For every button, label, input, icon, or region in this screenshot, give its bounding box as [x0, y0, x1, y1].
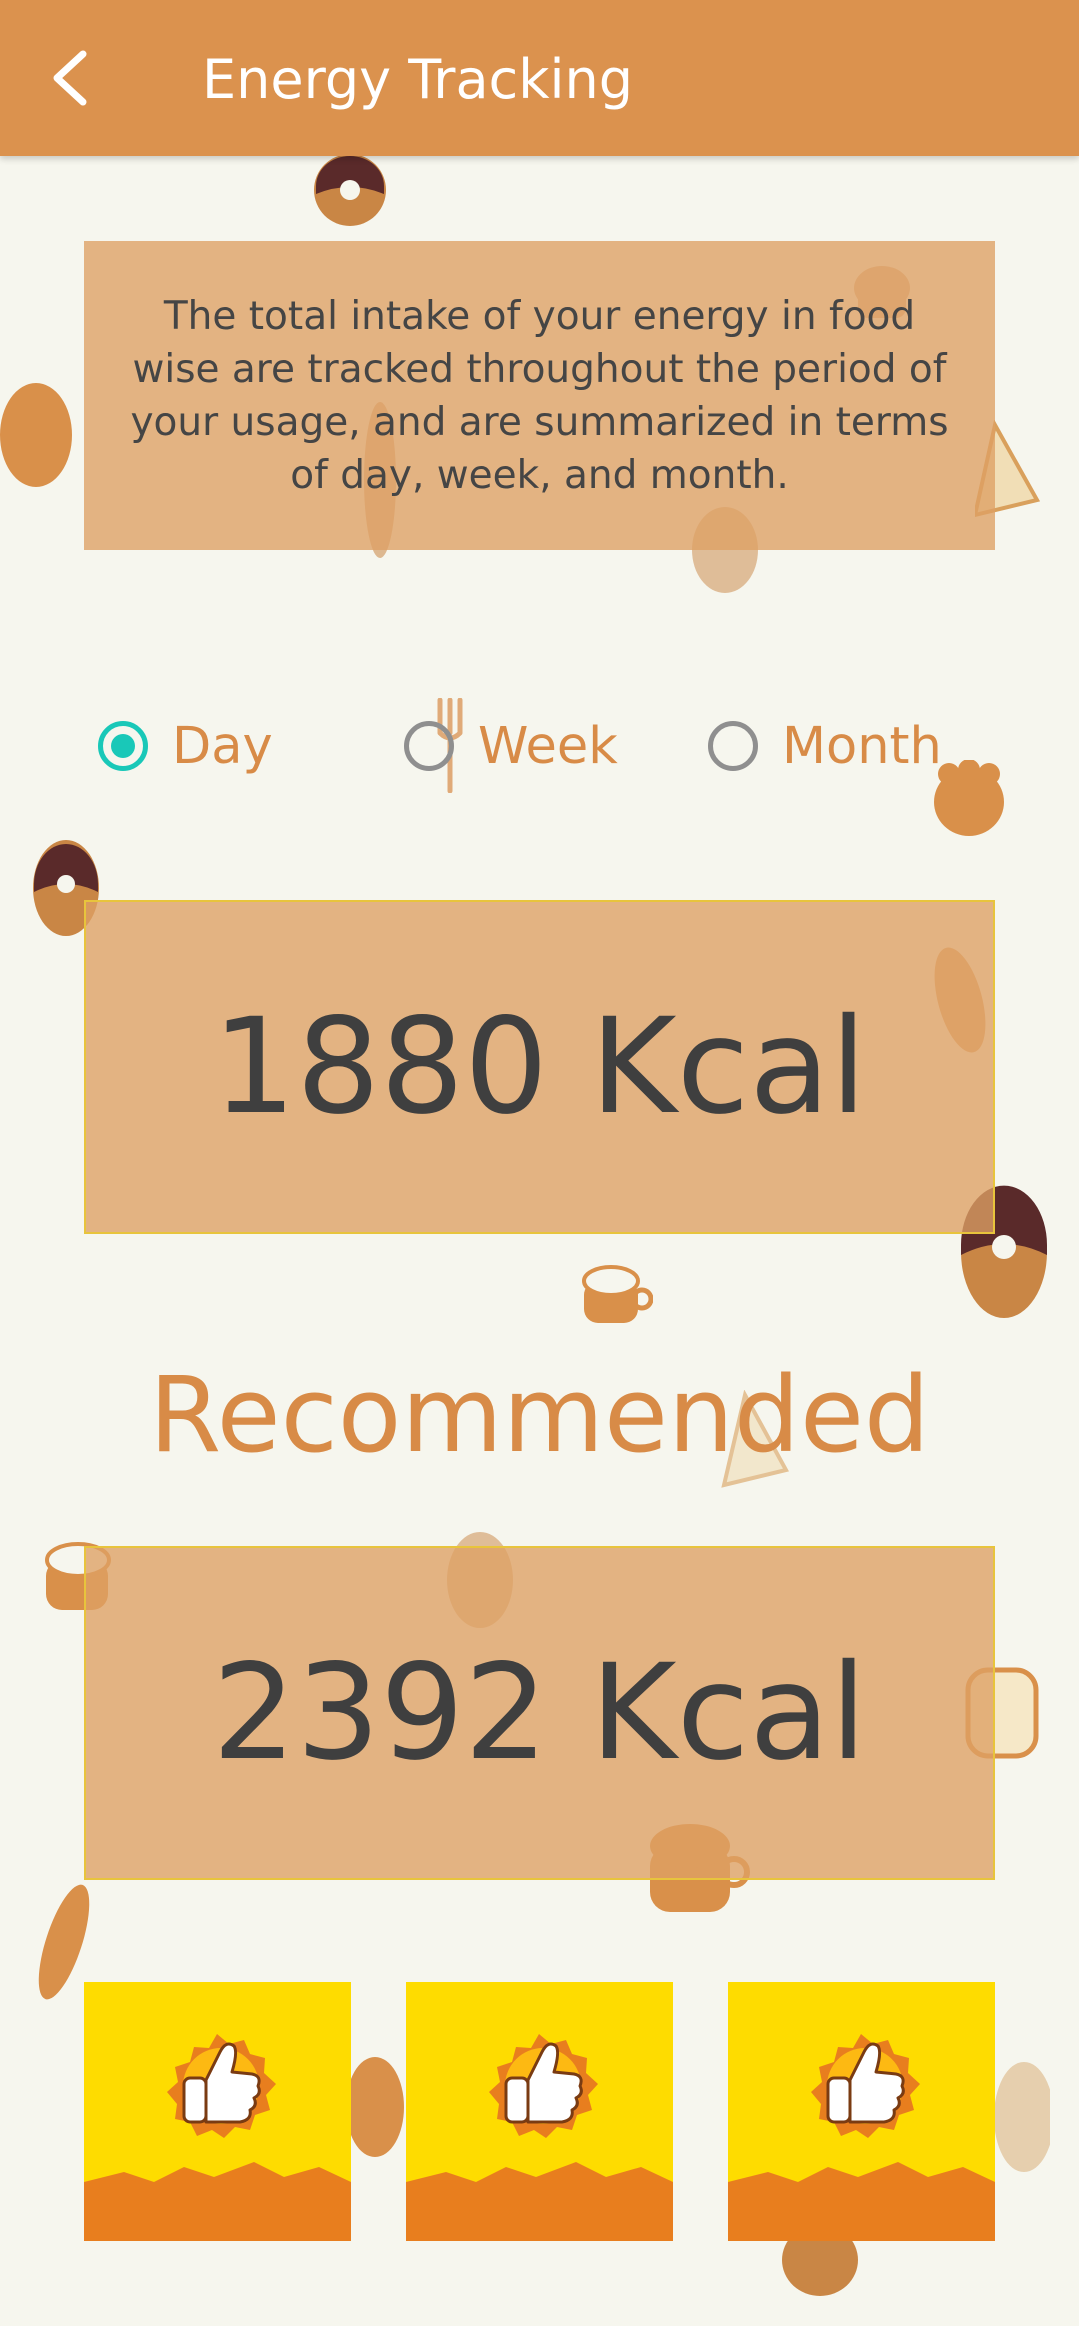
- coffee-cup-icon: [578, 1255, 654, 1334]
- recommended-card: 2392 Kcal: [84, 1546, 995, 1880]
- donut-icon: [780, 2224, 860, 2304]
- radio-day[interactable]: Day: [98, 708, 273, 784]
- thumbs-up-icon: [406, 2034, 673, 2241]
- recommended-value: 2392 Kcal: [212, 1636, 867, 1790]
- thumbs-up-icon: [84, 2034, 351, 2241]
- achievement-badge[interactable]: [406, 1982, 673, 2241]
- bun-icon: [990, 2060, 1054, 2179]
- info-card: The total intake of your energy in food …: [84, 241, 995, 550]
- thumbs-up-icon: [728, 2034, 995, 2241]
- radio-unselected-icon: [404, 721, 454, 771]
- intake-value: 1880 Kcal: [212, 990, 867, 1144]
- info-text: The total intake of your energy in food …: [130, 293, 949, 498]
- radio-week[interactable]: Week: [404, 708, 618, 784]
- radio-week-label: Week: [478, 716, 618, 776]
- page-title: Energy Tracking: [202, 48, 634, 111]
- bread-roll-icon: [345, 2055, 405, 2164]
- achievement-badge[interactable]: [728, 1982, 995, 2241]
- bread-icon: [0, 380, 75, 494]
- radio-selected-icon: [98, 721, 148, 771]
- back-button[interactable]: [30, 38, 110, 118]
- recommended-heading: Recommended: [149, 1354, 930, 1476]
- radio-month-label: Month: [782, 716, 942, 776]
- intake-card: 1880 Kcal: [84, 900, 995, 1234]
- app-bar: Energy Tracking: [0, 0, 1079, 156]
- radio-unselected-icon: [708, 721, 758, 771]
- radio-month[interactable]: Month: [708, 708, 942, 784]
- radio-day-label: Day: [172, 716, 273, 776]
- achievement-badge[interactable]: [84, 1982, 351, 2241]
- period-radio-group: Day Week Month: [98, 708, 998, 784]
- donut-icon: [310, 150, 390, 234]
- chevron-left-icon: [53, 50, 87, 106]
